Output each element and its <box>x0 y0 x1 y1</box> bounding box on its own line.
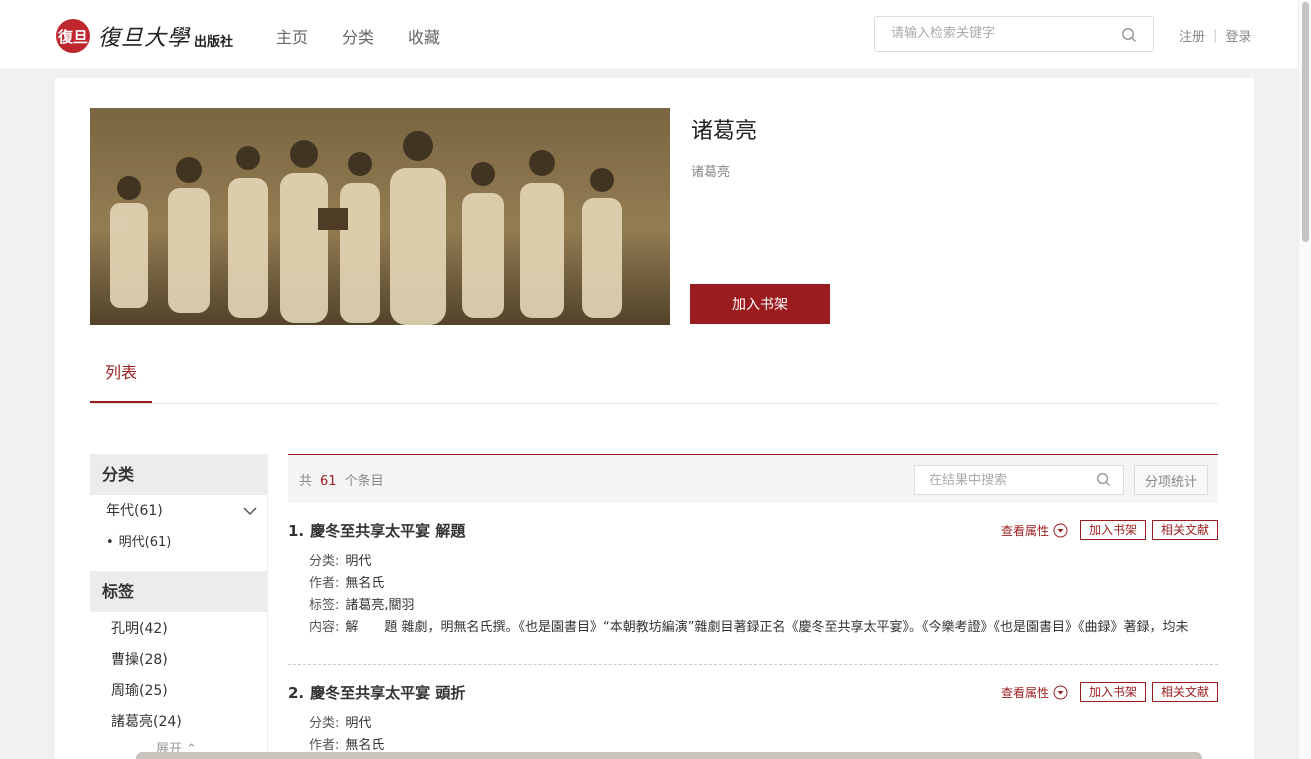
chevron-down-icon[interactable] <box>243 504 257 518</box>
tag-item[interactable]: 孔明(42) <box>90 614 267 645</box>
entry-actions: 查看属性 加入书架 相关文献 <box>1001 682 1218 702</box>
top-header: 復旦 復旦大學 出版社 主页 分类 收藏 注册 | 登录 <box>0 0 1298 68</box>
detail-title: 诸葛亮 <box>691 119 758 144</box>
entry-add-shelf-button[interactable]: 加入书架 <box>1079 520 1146 540</box>
entry-index: 1. <box>288 522 305 540</box>
result-search-input[interactable] <box>929 473 1089 488</box>
meta-value: 無名氏 <box>345 738 385 753</box>
count-suffix: 个条目 <box>344 474 384 489</box>
meta-value: 諸葛亮,關羽 <box>345 598 415 613</box>
vertical-scrollbar[interactable] <box>1298 0 1311 759</box>
count-prefix: 共 <box>299 474 313 489</box>
tab-list[interactable]: 列表 <box>90 348 152 403</box>
auth-links: 注册 | 登录 <box>1179 26 1251 45</box>
view-properties-label: 查看属性 <box>1000 523 1049 538</box>
results-panel: 共 61 个条目 分项统计 1. 慶冬至共享太平宴 解題 查看属性 <box>288 454 1218 757</box>
tag-item[interactable]: 諸葛亮(24) <box>90 707 267 738</box>
result-search <box>914 465 1124 495</box>
meta-value: 明代 <box>345 716 372 731</box>
entry-title-text: 慶冬至共享太平宴 解題 <box>310 522 466 540</box>
circle-chevron-down-icon <box>1053 523 1068 537</box>
category-heading: 分类 <box>90 454 267 495</box>
entry-actions: 查看属性 加入书架 相关文献 <box>1001 520 1218 540</box>
nav-category[interactable]: 分类 <box>342 24 374 48</box>
meta-content: 内容: 解 題 雜劇，明無名氏撰。《也是園書目》“本朝教坊編演”雜劇目著録正名《慶… <box>309 617 1209 639</box>
results-toolbar: 共 61 个条目 分项统计 <box>288 454 1218 503</box>
filter-sidebar: 分类 年代(61) 明代(61) 标签 孔明(42) 曹操(28) 周瑜(25)… <box>90 454 268 759</box>
main-nav: 主页 分类 收藏 <box>276 24 474 48</box>
meta-value: 解 題 雜劇，明無名氏撰。《也是園書目》“本朝教坊編演”雜劇目著録正名《慶冬至共… <box>345 620 1189 635</box>
related-docs-button[interactable]: 相关文献 <box>1151 682 1218 702</box>
result-count: 共 61 个条目 <box>299 470 384 489</box>
tag-item[interactable]: 周瑜(25) <box>90 676 267 707</box>
view-properties-toggle[interactable]: 查看属性 <box>1001 522 1068 539</box>
count-number: 61 <box>320 474 337 489</box>
list-item: 2. 慶冬至共享太平宴 頭折 查看属性 加入书架 相关文献 分类: 明代 作者: 無名… <box>288 665 1218 757</box>
detail-subtitle: 诸葛亮 <box>691 165 731 180</box>
register-link[interactable]: 注册 <box>1179 26 1205 45</box>
publisher-logo[interactable]: 復旦 復旦大學 出版社 <box>56 18 233 54</box>
search-icon[interactable] <box>1096 472 1111 487</box>
logo-mark: 復旦 <box>56 19 90 53</box>
system-dock <box>136 752 1202 759</box>
meta-category: 分类: 明代 <box>309 713 1218 735</box>
related-docs-button[interactable]: 相关文献 <box>1151 520 1218 540</box>
search-icon[interactable] <box>1121 27 1137 43</box>
year-option-ming[interactable]: 明代(61) <box>90 527 267 559</box>
meta-tags: 标签: 諸葛亮,關羽 <box>309 595 1218 617</box>
global-search-input[interactable] <box>891 26 1111 41</box>
scrollbar-thumb[interactable] <box>1302 2 1309 242</box>
entry-index: 2. <box>288 684 305 702</box>
tag-item[interactable]: 曹操(28) <box>90 645 267 676</box>
nav-favorites[interactable]: 收藏 <box>408 24 440 48</box>
global-search <box>874 16 1154 52</box>
year-filter[interactable]: 年代(61) <box>90 495 267 527</box>
meta-label: 作者: <box>309 738 340 753</box>
meta-author: 作者: 無名氏 <box>309 573 1218 595</box>
circle-chevron-down-icon <box>1053 685 1068 699</box>
year-filter-label: 年代(61) <box>106 503 163 519</box>
auth-divider: | <box>1213 28 1218 43</box>
list-item: 1. 慶冬至共享太平宴 解題 查看属性 加入书架 相关文献 分类: 明代 作者: 無名… <box>288 503 1218 665</box>
view-properties-toggle[interactable]: 查看属性 <box>1001 684 1068 701</box>
entry-title-text: 慶冬至共享太平宴 頭折 <box>310 684 466 702</box>
meta-value: 無名氏 <box>345 576 385 591</box>
view-properties-label: 查看属性 <box>1000 685 1049 700</box>
entry-meta: 分类: 明代 作者: 無名氏 <box>288 713 1218 757</box>
tab-bar: 列表 <box>90 348 1218 404</box>
main-card: 诸葛亮 诸葛亮 加入书架 列表 分类 年代(61) 明代(61) 标签 孔明(4… <box>55 78 1254 759</box>
entry-meta: 分类: 明代 作者: 無名氏 标签: 諸葛亮,關羽 内容: 解 題 雜劇，明無名氏撰。《… <box>288 551 1218 639</box>
meta-label: 标签: <box>309 598 340 613</box>
meta-category: 分类: 明代 <box>309 551 1218 573</box>
meta-label: 内容: <box>309 620 340 635</box>
entry-add-shelf-button[interactable]: 加入书架 <box>1079 682 1146 702</box>
meta-label: 分类: <box>309 716 340 731</box>
meta-value: 明代 <box>345 554 372 569</box>
logo-subtitle: 出版社 <box>194 34 234 50</box>
meta-label: 分类: <box>309 554 340 569</box>
tag-heading: 标签 <box>90 571 267 612</box>
login-link[interactable]: 登录 <box>1225 26 1251 45</box>
meta-label: 作者: <box>309 576 340 591</box>
add-to-shelf-button[interactable]: 加入书架 <box>690 284 830 324</box>
stats-button[interactable]: 分项统计 <box>1134 465 1208 495</box>
nav-home[interactable]: 主页 <box>276 24 308 48</box>
opera-banner-image <box>90 108 670 325</box>
logo-script: 復旦大學 <box>98 26 191 51</box>
